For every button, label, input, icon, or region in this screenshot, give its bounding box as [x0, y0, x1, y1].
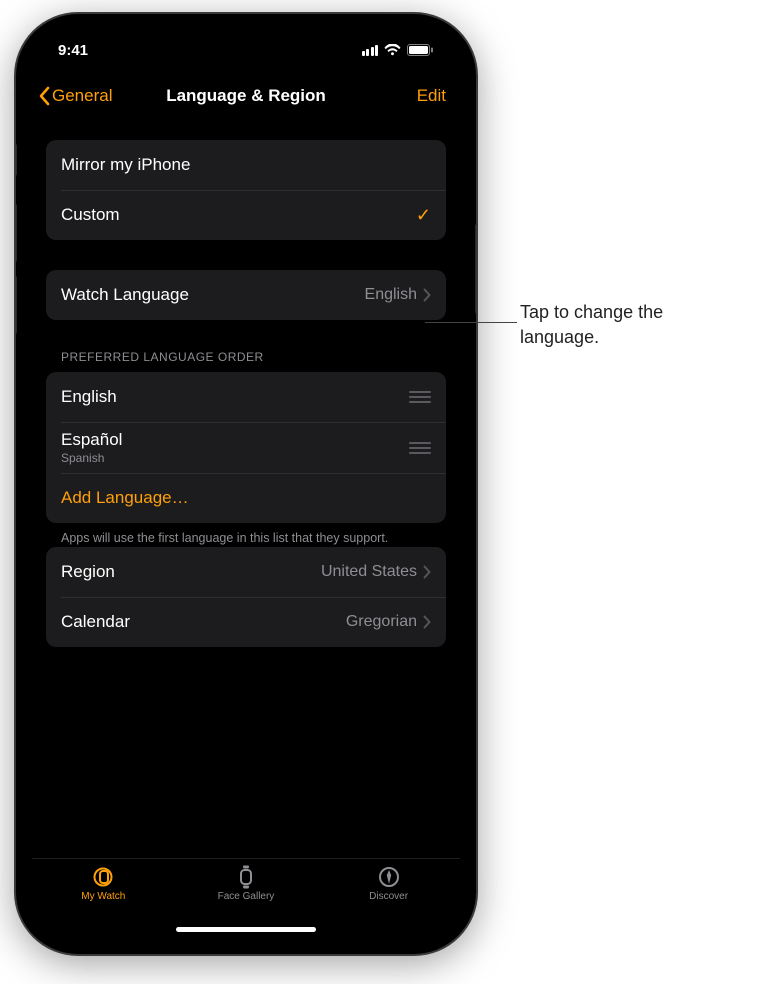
add-language-label: Add Language…	[61, 488, 431, 508]
tab-my-watch[interactable]: My Watch	[33, 865, 174, 902]
tab-label: Discover	[369, 891, 408, 902]
calendar-row[interactable]: Calendar Gregorian	[46, 597, 446, 647]
custom-label: Custom	[61, 205, 416, 225]
language-name: English	[61, 387, 409, 407]
region-value: United States	[321, 563, 417, 581]
mirror-group: Mirror my iPhone Custom ✓	[46, 140, 446, 240]
region-label: Region	[61, 562, 321, 582]
home-indicator[interactable]	[176, 927, 316, 932]
tab-label: Face Gallery	[218, 891, 275, 902]
language-subtitle: Spanish	[61, 451, 409, 465]
preferred-footer: Apps will use the first language in this…	[46, 523, 446, 547]
language-name: Español	[61, 430, 409, 450]
back-label: General	[52, 86, 112, 106]
cellular-icon	[362, 45, 379, 56]
watch-language-value: English	[365, 286, 417, 304]
checkmark-icon: ✓	[416, 205, 431, 226]
region-row[interactable]: Region United States	[46, 547, 446, 597]
reorder-handle-icon[interactable]	[409, 442, 431, 454]
callout-text: Tap to change the language.	[520, 300, 745, 350]
reorder-handle-icon[interactable]	[409, 391, 431, 403]
discover-icon	[375, 865, 403, 889]
chevron-right-icon	[423, 615, 431, 629]
chevron-right-icon	[423, 565, 431, 579]
volume-up-button	[16, 204, 17, 262]
edit-button[interactable]: Edit	[417, 86, 446, 106]
watch-language-group: Watch Language English	[46, 270, 446, 320]
face-gallery-icon	[232, 865, 260, 889]
navigation-bar: General Language & Region Edit	[32, 72, 460, 120]
my-watch-icon	[89, 865, 117, 889]
screen: 9:41 General Language & Region Edit Mirr…	[32, 28, 460, 940]
content-area: Mirror my iPhone Custom ✓ Watch Language…	[32, 120, 460, 858]
callout-line	[425, 322, 517, 323]
side-button	[475, 224, 476, 314]
mirror-label: Mirror my iPhone	[61, 155, 431, 175]
status-time: 9:41	[58, 42, 88, 59]
watch-language-row[interactable]: Watch Language English	[46, 270, 446, 320]
mirror-my-iphone-row[interactable]: Mirror my iPhone	[46, 140, 446, 190]
wifi-icon	[384, 44, 401, 56]
calendar-value: Gregorian	[346, 613, 417, 631]
phone-frame: 9:41 General Language & Region Edit Mirr…	[16, 14, 476, 954]
status-bar: 9:41	[32, 28, 460, 72]
mute-switch	[16, 144, 17, 176]
page-title: Language & Region	[166, 86, 326, 106]
battery-icon	[407, 44, 434, 56]
tab-label: My Watch	[81, 891, 125, 902]
language-row-english[interactable]: English	[46, 372, 446, 422]
tab-discover[interactable]: Discover	[318, 865, 459, 902]
back-button[interactable]: General	[38, 86, 112, 106]
language-row-spanish[interactable]: Español Spanish	[46, 422, 446, 473]
preferred-header: Preferred Language Order	[46, 350, 446, 372]
tab-face-gallery[interactable]: Face Gallery	[175, 865, 316, 902]
region-group: Region United States Calendar Gregorian	[46, 547, 446, 647]
volume-down-button	[16, 276, 17, 334]
custom-row[interactable]: Custom ✓	[46, 190, 446, 240]
watch-language-label: Watch Language	[61, 285, 365, 305]
calendar-label: Calendar	[61, 612, 346, 632]
chevron-left-icon	[38, 86, 50, 106]
chevron-right-icon	[423, 288, 431, 302]
add-language-row[interactable]: Add Language…	[46, 473, 446, 523]
preferred-language-group: English Español Spanish Add Language…	[46, 372, 446, 523]
